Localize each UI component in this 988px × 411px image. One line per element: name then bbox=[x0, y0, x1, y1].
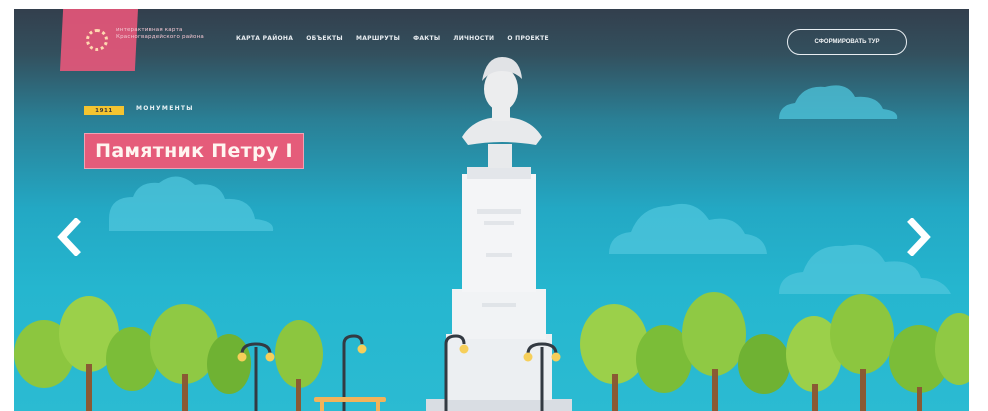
chevron-right-icon bbox=[907, 218, 931, 256]
create-tour-button[interactable]: СФОРМИРОВАТЬ ТУР bbox=[787, 29, 907, 55]
prev-slide-button[interactable] bbox=[54, 217, 84, 257]
logo-icon[interactable] bbox=[86, 29, 108, 51]
next-slide-button[interactable] bbox=[904, 217, 934, 257]
hero-illustration bbox=[14, 57, 969, 411]
cloud bbox=[779, 85, 898, 119]
chevron-left-icon bbox=[57, 218, 81, 256]
year-badge: 1911 bbox=[84, 106, 124, 115]
monument bbox=[426, 57, 572, 411]
nav-item-objects[interactable]: ОБЪЕКТЫ bbox=[306, 35, 343, 42]
hero-slider: интерактивная карта Красногвардейского р… bbox=[14, 9, 969, 411]
nav-item-about[interactable]: О ПРОЕКТЕ bbox=[507, 35, 549, 42]
nav-item-routes[interactable]: МАРШРУТЫ bbox=[356, 35, 400, 42]
category-label: МОНУМЕНТЫ bbox=[136, 105, 194, 112]
nav-item-facts[interactable]: ФАКТЫ bbox=[413, 35, 440, 42]
logo-text[interactable]: интерактивная карта Красногвардейского р… bbox=[116, 27, 216, 41]
cloud bbox=[109, 176, 274, 231]
main-nav: КАРТА РАЙОНА ОБЪЕКТЫ МАРШРУТЫ ФАКТЫ ЛИЧН… bbox=[236, 35, 549, 42]
nav-item-persons[interactable]: ЛИЧНОСТИ bbox=[453, 35, 494, 42]
nav-item-map[interactable]: КАРТА РАЙОНА bbox=[236, 35, 293, 42]
slide-title[interactable]: Памятник Петру I bbox=[84, 133, 304, 169]
cloud bbox=[609, 203, 767, 254]
